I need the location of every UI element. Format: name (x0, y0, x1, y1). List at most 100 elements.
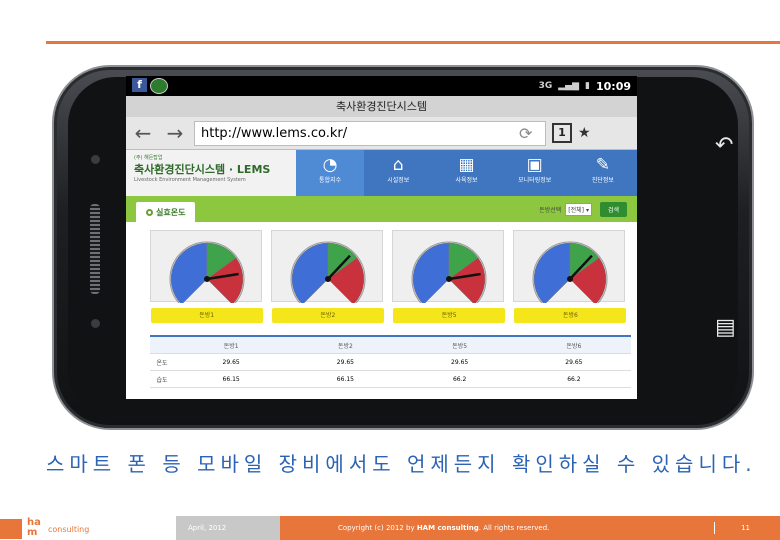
network-icon: 3G (538, 81, 553, 91)
menu-label: 모니터링정보 (518, 177, 552, 184)
monitor-icon: ▣ (526, 155, 543, 175)
gauge-label-row: 돈방1 돈방2 돈방5 돈방6 (126, 302, 637, 323)
barn-label[interactable]: 돈방6 (514, 308, 627, 323)
home-icon: ⌂ (392, 155, 404, 175)
footer-logo-area: ha m consulting (0, 516, 176, 540)
refresh-icon[interactable]: ⟳ (519, 124, 532, 143)
section-bar: 실효온도 돈방선택 [전체] ▾ 검색 (126, 196, 637, 222)
brand-sub: (주) 해든탑업 (134, 155, 163, 161)
url-field[interactable]: ⟳ (194, 120, 546, 146)
slide-caption: 스마트 폰 등 모바일 장비에서도 언제든지 확인하실 수 있습니다. (46, 452, 757, 476)
brand-name: 축사환경진단시스템 · LEMS (134, 163, 271, 176)
battery-icon: ▮ (585, 81, 590, 91)
menu-label: 진단정보 (591, 177, 614, 184)
gauge-dial (532, 241, 608, 303)
facebook-icon: f (132, 78, 147, 92)
gauge-hub (325, 276, 332, 282)
back-arrow-icon[interactable]: ← (130, 121, 156, 145)
gauge-hub (566, 276, 573, 282)
copyright-brand: HAM consulting (416, 524, 479, 532)
table-header: 돈방1 돈방2 돈방5 돈방6 (150, 337, 631, 354)
gauge-card (271, 230, 384, 303)
menu-label: 사육정보 (455, 177, 478, 184)
table-row: 습도 66.15 66.15 66.2 66.2 (150, 371, 631, 388)
slide-footer: ha m consulting April, 2012 Copyright (c… (0, 516, 780, 540)
url-input[interactable] (201, 125, 519, 141)
table-header-cell: 돈방5 (452, 342, 468, 350)
menu-item-monitoring[interactable]: ▣ 모니터링정보 (501, 150, 569, 196)
footer-date: April, 2012 (176, 516, 280, 540)
menu-item-diagnosis[interactable]: ✎ 진단정보 (569, 150, 637, 196)
menu-item-integrated-index[interactable]: ◔ 통합지수 (296, 150, 365, 196)
gauge-segment (291, 242, 329, 303)
gauge-row (126, 222, 637, 303)
bookmark-icon[interactable]: ★ (578, 125, 591, 141)
signal-icon: ▂▄▆ (558, 81, 580, 91)
forward-arrow-icon[interactable]: → (162, 121, 188, 145)
barn-label[interactable]: 돈방2 (271, 308, 384, 323)
gauge-icon: ◔ (322, 155, 338, 175)
menu-icon[interactable]: ▤ (715, 315, 736, 340)
clock: 10:09 (595, 79, 631, 93)
menu-label: 통합지수 (319, 177, 342, 184)
gauge-card (391, 230, 504, 303)
company-logo: ha m (0, 517, 44, 539)
copyright-text: . All rights reserved. (478, 524, 550, 532)
gauge-dial (169, 241, 245, 303)
barn-label[interactable]: 돈방5 (393, 308, 506, 323)
site-brand[interactable]: (주) 해든탑업 축사환경진단시스템 · LEMS Livestock Envi… (126, 150, 296, 196)
table-cell: 66.15 (222, 375, 240, 383)
logo-subtitle: consulting (48, 525, 90, 534)
copyright-text: Copyright (c) 2012 by (338, 524, 417, 532)
gauge-segment (533, 242, 570, 303)
table-cell: 29.65 (336, 358, 354, 366)
gauge-hub (204, 276, 211, 282)
sensor-dot (91, 155, 100, 164)
back-icon[interactable]: ↶ (715, 133, 733, 158)
slide: ↶ ▤ f 3G ▂▄▆ ▮ 10:09 축사환경진단시스템 ← → ⟳ 1 (0, 0, 780, 540)
gauge-dial (290, 241, 366, 303)
menu-item-breeding[interactable]: ▦ 사육정보 (432, 150, 500, 196)
tab-effective-temperature[interactable]: 실효온도 (136, 202, 196, 222)
gauge-card (150, 230, 263, 303)
tab-label: 실효온도 (156, 207, 186, 217)
table-cell: 66.2 (567, 375, 581, 383)
barn-label[interactable]: 돈방1 (150, 308, 263, 323)
gauge-dial (411, 241, 487, 303)
menu-item-facility[interactable]: ⌂ 시설정보 (364, 150, 432, 196)
table-cell: 29.65 (451, 358, 469, 366)
gauge-hub (445, 276, 452, 282)
browser-url-bar: ← → ⟳ 1 ★ (126, 117, 637, 150)
status-bar: f 3G ▂▄▆ ▮ 10:09 (126, 76, 637, 96)
barn-filter: 돈방선택 [전체] ▾ 검색 (539, 201, 627, 217)
browser-page-title: 축사환경진단시스템 (126, 96, 637, 117)
edit-icon: ✎ (595, 155, 611, 175)
site-menu: ◔ 통합지수 ⌂ 시설정보 ▦ 사육정보 ▣ 모니터링정보 ✎ 진단정보 (296, 150, 637, 196)
gauge-card (512, 230, 625, 303)
table-header-cell: 돈방2 (337, 342, 353, 350)
barn-select-label: 돈방선택 (539, 206, 562, 214)
barn-select-value: [전체] (568, 206, 585, 214)
footer-copyright: Copyright (c) 2012 by HAM consulting. Al… (280, 516, 700, 540)
table-header-cell: 돈방6 (566, 342, 582, 350)
menu-label: 시설정보 (387, 177, 410, 184)
logo-text: m (27, 527, 38, 538)
calendar-icon: ▦ (458, 155, 475, 175)
page-number: 11 (700, 516, 780, 540)
data-table: 돈방1 돈방2 돈방5 돈방6 온도 29.65 29.65 29.65 29.… (150, 335, 631, 388)
table-cell: 29.65 (565, 358, 583, 366)
brand-english: Livestock Environment Management System (134, 177, 246, 183)
table-row: 온도 29.65 29.65 29.65 29.65 (150, 354, 631, 371)
radio-icon (146, 208, 153, 216)
barn-select[interactable]: [전체] ▾ (565, 202, 592, 216)
search-button[interactable]: 검색 (599, 201, 627, 217)
table-cell: 66.2 (452, 375, 467, 383)
top-rule (46, 41, 780, 44)
tabs-button[interactable]: 1 (552, 123, 572, 143)
table-cell: 66.15 (336, 375, 354, 383)
table-cell: 29.65 (222, 358, 240, 366)
speaker-grille (90, 204, 100, 294)
row-label: 습도 (156, 376, 168, 384)
footer-divider (714, 522, 715, 534)
site-header: (주) 해든탑업 축사환경진단시스템 · LEMS Livestock Envi… (126, 150, 637, 196)
